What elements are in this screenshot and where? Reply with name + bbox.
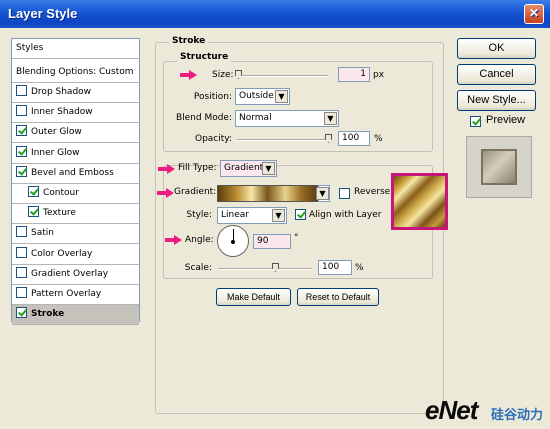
chevron-down-icon[interactable]: ▼ [316, 187, 329, 200]
make-default-button[interactable]: Make Default [216, 288, 291, 306]
style-item-contour[interactable]: Contour [12, 184, 139, 204]
style-item-stroke[interactable]: Stroke [12, 305, 139, 326]
new-style-button[interactable]: New Style... [457, 90, 536, 111]
fill-type-value: Gradient [224, 163, 264, 173]
fill-type-select[interactable]: Gradient ▼ [220, 160, 277, 177]
cancel-button[interactable]: Cancel [457, 64, 536, 85]
align-with-layer-label: Align with Layer [309, 210, 382, 220]
style-item-gradient-overlay[interactable]: Gradient Overlay [12, 265, 139, 285]
opacity-label: Opacity: [195, 134, 232, 144]
reverse-checkbox[interactable] [339, 188, 350, 199]
size-unit: px [373, 70, 385, 80]
size-slider-track[interactable] [237, 75, 328, 77]
style-preview-thumbnail [466, 136, 532, 198]
style-item-label: Satin [31, 228, 54, 239]
style-item-inner-glow[interactable]: Inner Glow [12, 144, 139, 164]
position-value: Outside [239, 91, 274, 101]
preview-checkbox[interactable] [470, 116, 481, 127]
style-select[interactable]: Linear ▼ [217, 207, 287, 224]
style-item-label: Contour [43, 188, 79, 198]
chevron-down-icon[interactable]: ▼ [275, 90, 288, 103]
window-title: Layer Style [8, 6, 78, 21]
style-item-label: Drop Shadow [31, 87, 92, 97]
style-item-label: Inner Shadow [31, 107, 93, 118]
style-item-label: Stroke [31, 309, 65, 320]
blend-mode-label: Blend Mode: [175, 113, 232, 123]
blend-mode-select[interactable]: Normal ▼ [235, 110, 339, 127]
title-bar: Layer Style ✕ [0, 0, 550, 28]
style-checkbox[interactable] [16, 105, 27, 117]
chevron-down-icon[interactable]: ▼ [272, 209, 285, 222]
style-checkbox[interactable] [16, 145, 27, 157]
close-icon[interactable]: ✕ [524, 4, 544, 24]
chevron-down-icon[interactable]: ▼ [324, 112, 337, 125]
style-value: Linear [221, 210, 249, 220]
reverse-label: Reverse [354, 187, 391, 197]
angle-label: Angle: [185, 235, 214, 245]
gradient-preview-swatch [391, 173, 448, 230]
style-checkbox[interactable] [16, 246, 27, 258]
style-checkbox[interactable] [16, 125, 27, 137]
position-label: Position: [193, 92, 232, 102]
style-checkbox[interactable] [16, 226, 27, 238]
style-item-label: Inner Glow [31, 147, 80, 158]
align-with-layer-checkbox[interactable] [295, 209, 306, 220]
scale-input[interactable]: 100 [318, 260, 352, 275]
ok-button[interactable]: OK [457, 38, 536, 59]
style-item-label: Bevel and Emboss [31, 167, 114, 178]
style-item-drop-shadow[interactable]: Drop Shadow [12, 83, 139, 103]
chevron-down-icon[interactable]: ▼ [262, 162, 275, 175]
style-label: Style: [186, 210, 212, 220]
style-item-texture[interactable]: Texture [12, 204, 139, 225]
opacity-slider-track[interactable] [237, 139, 331, 141]
style-checkbox[interactable] [16, 266, 27, 278]
style-item-pattern-overlay[interactable]: Pattern Overlay [12, 285, 139, 305]
angle-input[interactable]: 90 [253, 234, 291, 249]
size-label: Size: [212, 70, 234, 80]
style-checkbox[interactable] [28, 186, 39, 197]
watermark-cn: 硅谷动力 [491, 408, 544, 423]
style-checkbox[interactable] [16, 165, 27, 177]
style-item-label: Outer Glow [31, 127, 82, 138]
position-select[interactable]: Outside ▼ [235, 88, 290, 105]
style-item-outer-glow[interactable]: Outer Glow [12, 123, 139, 144]
style-item-satin[interactable]: Satin [12, 224, 139, 245]
gradient-picker[interactable] [217, 185, 318, 202]
angle-unit: ° [294, 233, 299, 243]
size-input[interactable]: 1 [338, 67, 370, 82]
stroke-section-title: Stroke [169, 36, 209, 46]
scale-label: Scale: [184, 263, 212, 273]
style-item-inner-shadow[interactable]: Inner Shadow [12, 103, 139, 124]
style-checkbox[interactable] [16, 307, 27, 319]
angle-dial[interactable] [217, 225, 249, 257]
style-item-bevel-and-emboss[interactable]: Bevel and Emboss [12, 164, 139, 184]
style-item-label: Texture [43, 208, 76, 219]
style-item-label: Gradient Overlay [31, 268, 109, 279]
scale-slider-track[interactable] [218, 268, 312, 270]
preview-label: Preview [486, 114, 526, 126]
blending-options-item[interactable]: Blending Options: Custom [12, 63, 139, 83]
style-checkbox[interactable] [28, 206, 39, 218]
gradient-label: Gradient: [174, 187, 217, 197]
opacity-input[interactable]: 100 [338, 131, 370, 146]
opacity-unit: % [374, 134, 383, 144]
style-item-label: Color Overlay [31, 248, 93, 259]
style-checkbox[interactable] [16, 85, 27, 96]
styles-header[interactable]: Styles [12, 39, 139, 59]
styles-list: Styles Blending Options: Custom Drop Sha… [11, 38, 140, 326]
fill-type-label: Fill Type: [178, 163, 217, 173]
watermark-logo: eNet [425, 395, 478, 425]
blend-mode-value: Normal [239, 113, 272, 123]
style-checkbox[interactable] [16, 287, 27, 298]
scale-unit: % [355, 263, 364, 273]
gradient-dropdown[interactable]: ▼ [316, 185, 330, 202]
style-item-label: Pattern Overlay [31, 289, 102, 299]
style-item-color-overlay[interactable]: Color Overlay [12, 245, 139, 265]
reset-to-default-button[interactable]: Reset to Default [297, 288, 379, 306]
structure-title: Structure [177, 52, 232, 62]
